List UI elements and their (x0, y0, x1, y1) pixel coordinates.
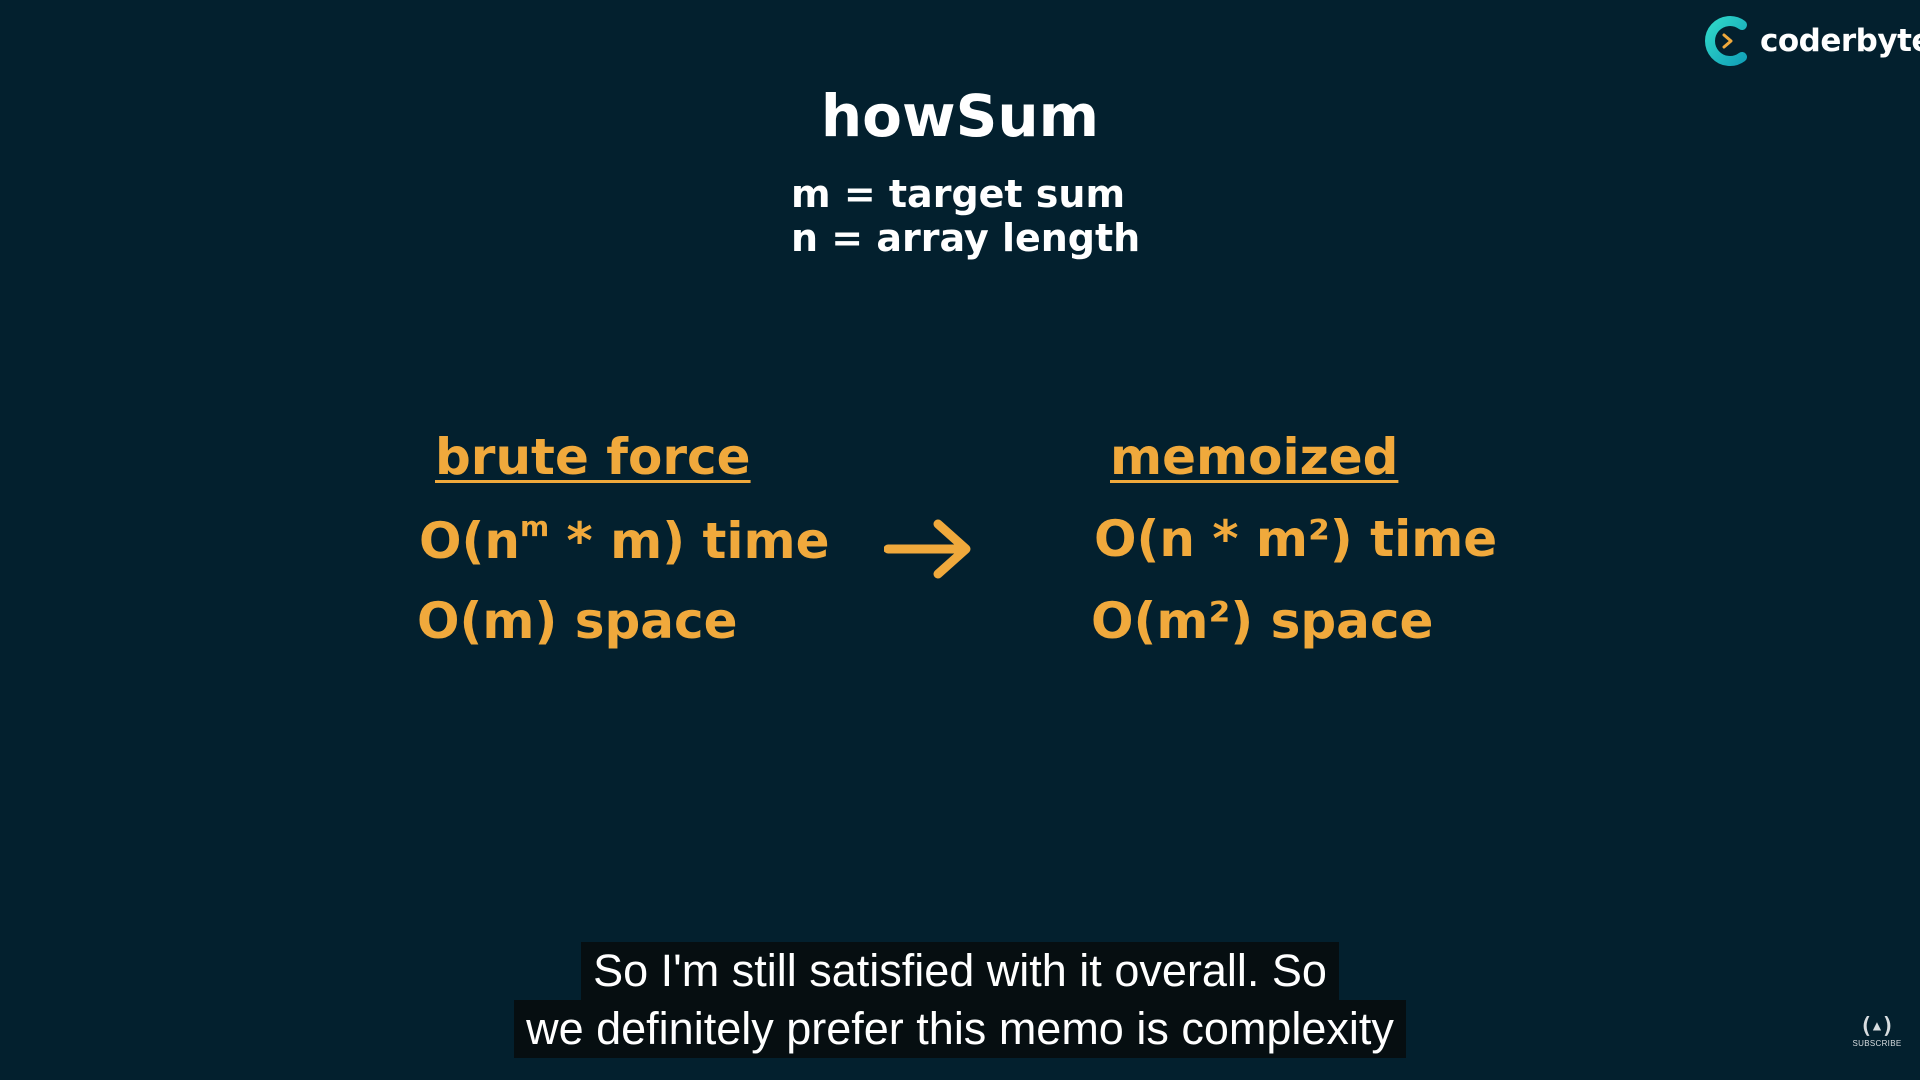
brute-force-space-complexity: O(m) space (417, 592, 738, 650)
coderbyte-c-logo-icon (1705, 16, 1747, 66)
definition-m: m = target sum (791, 172, 1126, 216)
flame-icon: (▲) (1859, 1014, 1895, 1039)
right-arrow-icon (884, 519, 971, 579)
channel-watermark[interactable]: (▲) SUBSCRIBE (1852, 1014, 1902, 1054)
brute-force-time-suffix: * m) time (549, 512, 830, 570)
definition-n: n = array length (791, 216, 1141, 260)
caption-line-2: we definitely prefer this memo is comple… (514, 1000, 1406, 1058)
slide-title: howSum (820, 82, 1100, 150)
brute-force-time-exponent: m (519, 510, 550, 543)
coderbyte-logo: coderbyte (1702, 14, 1920, 68)
memoized-heading: memoized (1110, 428, 1399, 486)
logo-wordmark: coderbyte (1760, 23, 1920, 59)
video-frame: coderbyte howSum m = target sum n = arra… (0, 0, 1920, 1080)
caption-line-1: So I'm still satisfied with it overall. … (581, 942, 1339, 1000)
brute-force-time-complexity: O(nm * m) time (419, 510, 830, 570)
memoized-time-complexity: O(n * m²) time (1094, 510, 1498, 568)
brute-force-time-prefix: O(n (419, 512, 520, 570)
brute-force-heading: brute force (435, 428, 751, 486)
memoized-space-complexity: O(m²) space (1091, 592, 1434, 650)
variable-definitions: m = target sum n = array length (791, 172, 1140, 260)
subtitle-captions: So I'm still satisfied with it overall. … (0, 942, 1920, 1058)
subscribe-label: SUBSCRIBE (1852, 1039, 1902, 1048)
